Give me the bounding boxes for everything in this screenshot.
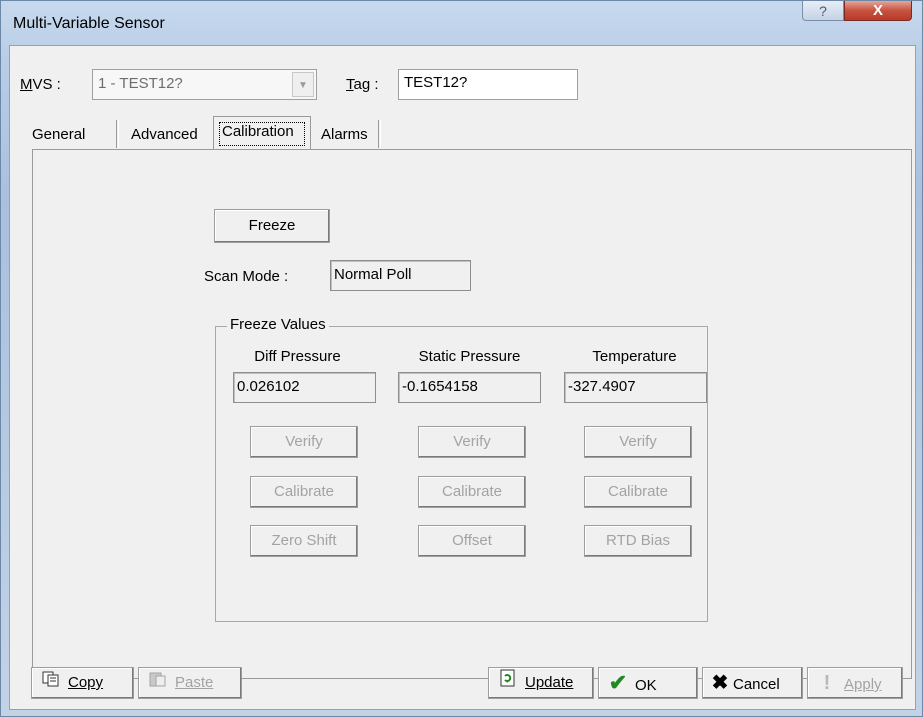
scan-mode-label: Scan Mode : bbox=[204, 268, 289, 285]
update-button[interactable]: Update bbox=[488, 667, 594, 699]
close-button[interactable]: X bbox=[844, 1, 912, 21]
tab-calibration[interactable]: Calibration bbox=[213, 116, 311, 150]
update-icon bbox=[497, 668, 519, 698]
static-pressure-value: -0.1654158 bbox=[402, 378, 478, 395]
diff-pressure-calibrate-button[interactable]: Calibrate bbox=[250, 476, 358, 508]
static-pressure-header: Static Pressure bbox=[418, 348, 521, 365]
static-pressure-calibrate-button[interactable]: Calibrate bbox=[418, 476, 526, 508]
exclamation-icon: ! bbox=[823, 672, 831, 694]
tab-separator bbox=[378, 120, 381, 148]
help-button[interactable]: ? bbox=[802, 1, 844, 21]
ok-label: OK bbox=[635, 677, 657, 694]
title-bar[interactable]: Multi-Variable Sensor ? X bbox=[1, 1, 923, 45]
zero-shift-button[interactable]: Zero Shift bbox=[250, 525, 358, 557]
freeze-button[interactable]: Freeze bbox=[214, 209, 330, 243]
diff-pressure-value: 0.026102 bbox=[237, 378, 300, 395]
apply-button[interactable]: ! Apply bbox=[807, 667, 903, 699]
temperature-field: -327.4907 bbox=[564, 372, 707, 403]
chevron-down-icon[interactable]: ▼ bbox=[292, 72, 314, 97]
tag-label: Tag : bbox=[346, 76, 379, 93]
freeze-values-group bbox=[215, 326, 708, 622]
rtd-bias-button[interactable]: RTD Bias bbox=[584, 525, 692, 557]
freeze-values-title: Freeze Values bbox=[227, 316, 329, 333]
diff-pressure-field: 0.026102 bbox=[233, 372, 376, 403]
tab-separator bbox=[116, 120, 119, 148]
tab-alarms-label: Alarms bbox=[321, 126, 368, 143]
mvs-select[interactable]: 1 - TEST12? ▼ bbox=[92, 69, 317, 100]
diff-pressure-verify-button[interactable]: Verify bbox=[250, 426, 358, 458]
cancel-button[interactable]: ✖ Cancel bbox=[702, 667, 803, 699]
temperature-verify-button[interactable]: Verify bbox=[584, 426, 692, 458]
paste-icon bbox=[147, 668, 169, 698]
mvs-label: MVS : bbox=[20, 76, 61, 93]
dialog-window: Multi-Variable Sensor ? X MVS : 1 - TEST… bbox=[0, 0, 923, 717]
paste-button[interactable]: Paste bbox=[138, 667, 242, 699]
diff-pressure-header: Diff Pressure bbox=[254, 348, 341, 365]
mvs-label-rest: VS : bbox=[32, 76, 61, 93]
tab-general[interactable]: General bbox=[24, 120, 119, 148]
tag-input[interactable]: TEST12? bbox=[398, 69, 578, 100]
static-pressure-field: -0.1654158 bbox=[398, 372, 541, 403]
ok-button[interactable]: ✔ OK bbox=[598, 667, 698, 699]
temperature-header: Temperature bbox=[592, 348, 677, 365]
static-pressure-verify-button[interactable]: Verify bbox=[418, 426, 526, 458]
tab-alarms[interactable]: Alarms bbox=[313, 120, 381, 148]
scan-mode-field: Normal Poll bbox=[330, 260, 471, 291]
tab-advanced-label: Advanced bbox=[131, 126, 198, 143]
update-label: Update bbox=[525, 674, 574, 691]
mvs-select-value: 1 - TEST12? bbox=[98, 75, 183, 92]
copy-label: Copy bbox=[68, 674, 104, 691]
temperature-calibrate-button[interactable]: Calibrate bbox=[584, 476, 692, 508]
tab-advanced[interactable]: Advanced bbox=[121, 120, 213, 148]
dialog-client-area: MVS : 1 - TEST12? ▼ Tag : TEST12? Genera… bbox=[9, 45, 916, 710]
scan-mode-value: Normal Poll bbox=[334, 266, 412, 283]
tab-calibration-label: Calibration bbox=[222, 123, 294, 140]
window-title: Multi-Variable Sensor bbox=[13, 15, 165, 32]
tag-input-value: TEST12? bbox=[404, 74, 468, 91]
checkmark-icon: ✔ bbox=[608, 670, 628, 695]
apply-label: Apply bbox=[844, 676, 882, 693]
offset-button[interactable]: Offset bbox=[418, 525, 526, 557]
x-icon: ✖ bbox=[711, 672, 729, 694]
cancel-label: Cancel bbox=[733, 676, 780, 693]
copy-button[interactable]: Copy bbox=[31, 667, 134, 699]
tab-general-label: General bbox=[32, 126, 86, 143]
paste-label: Paste bbox=[175, 674, 214, 691]
temperature-value: -327.4907 bbox=[568, 378, 636, 395]
copy-icon bbox=[40, 668, 62, 698]
